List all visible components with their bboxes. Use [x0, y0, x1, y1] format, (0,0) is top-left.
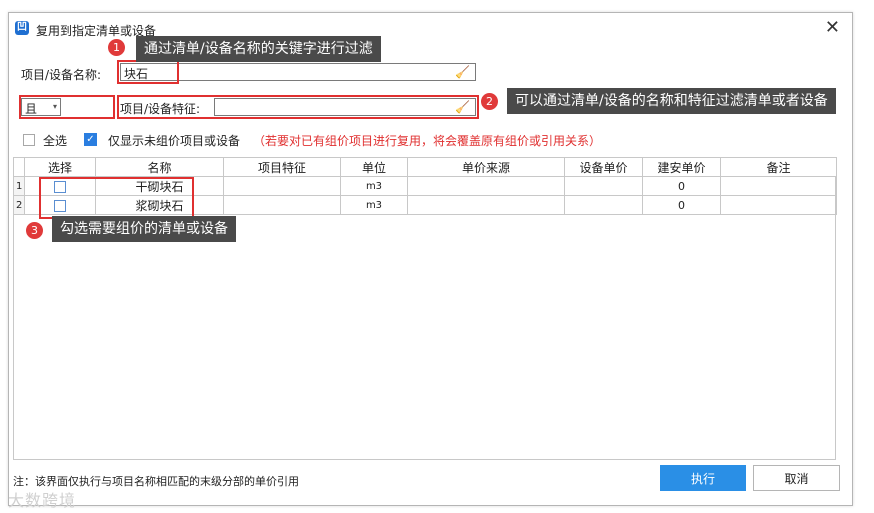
watermark: 大数跨境: [8, 491, 77, 510]
feature-cell[interactable]: [223, 195, 341, 215]
reuse-dialog: 凹 复用到指定清单或设备 ✕ 项目/设备名称: 块石 🧹 且 ▾ 项目/设备特征…: [8, 12, 853, 506]
source-cell[interactable]: [407, 195, 565, 215]
col-header[interactable]: 单价来源: [407, 157, 565, 177]
highlight-box-2b: [117, 95, 479, 119]
highlight-box-3: [39, 177, 194, 219]
broom-icon[interactable]: 🧹: [455, 65, 470, 79]
note-cell[interactable]: [720, 195, 837, 215]
equip-price-cell[interactable]: [564, 195, 643, 215]
table-header-row: 选择 名称 项目特征 单位 单价来源 设备单价 建安单价 备注: [13, 157, 837, 177]
col-header[interactable]: 单位: [340, 157, 408, 177]
row-number: 1: [13, 176, 25, 196]
source-cell[interactable]: [407, 176, 565, 196]
build-price-cell[interactable]: 0: [642, 195, 721, 215]
show-unpriced-checkbox[interactable]: ✓: [84, 133, 97, 146]
callout-1: 通过清单/设备名称的关键字进行过滤: [136, 36, 381, 62]
row-number-header: [13, 157, 25, 177]
select-all-checkbox[interactable]: [23, 134, 35, 146]
note-cell[interactable]: [720, 176, 837, 196]
execute-button[interactable]: 执行: [660, 465, 746, 491]
app-icon: 凹: [15, 21, 29, 35]
warning-text: （若要对已有组价项目进行复用，将会覆盖原有组价或引用关系）: [253, 134, 602, 148]
col-header[interactable]: 设备单价: [564, 157, 643, 177]
unit-cell[interactable]: m3: [340, 195, 408, 215]
highlight-box-1: [117, 60, 179, 84]
callout-badge-3: 3: [25, 221, 44, 240]
callout-badge-1: 1: [107, 38, 126, 57]
close-icon[interactable]: ✕: [825, 17, 840, 38]
callout-3: 勾选需要组价的清单或设备: [52, 216, 236, 242]
name-filter-label: 项目/设备名称:: [21, 68, 102, 82]
col-header[interactable]: 项目特征: [223, 157, 341, 177]
select-all-label: 全选: [43, 134, 68, 148]
equip-price-cell[interactable]: [564, 176, 643, 196]
build-price-cell[interactable]: 0: [642, 176, 721, 196]
unit-cell[interactable]: m3: [340, 176, 408, 196]
highlight-box-2a: [19, 95, 115, 119]
callout-2: 可以通过清单/设备的名称和特征过滤清单或者设备: [507, 88, 836, 114]
col-header[interactable]: 选择: [24, 157, 96, 177]
show-unpriced-label: 仅显示未组价项目或设备: [108, 134, 241, 148]
col-header[interactable]: 备注: [720, 157, 837, 177]
feature-cell[interactable]: [223, 176, 341, 196]
cancel-button[interactable]: 取消: [753, 465, 840, 491]
col-header[interactable]: 名称: [95, 157, 224, 177]
col-header[interactable]: 建安单价: [642, 157, 721, 177]
callout-badge-2: 2: [480, 92, 499, 111]
row-number: 2: [13, 195, 25, 215]
